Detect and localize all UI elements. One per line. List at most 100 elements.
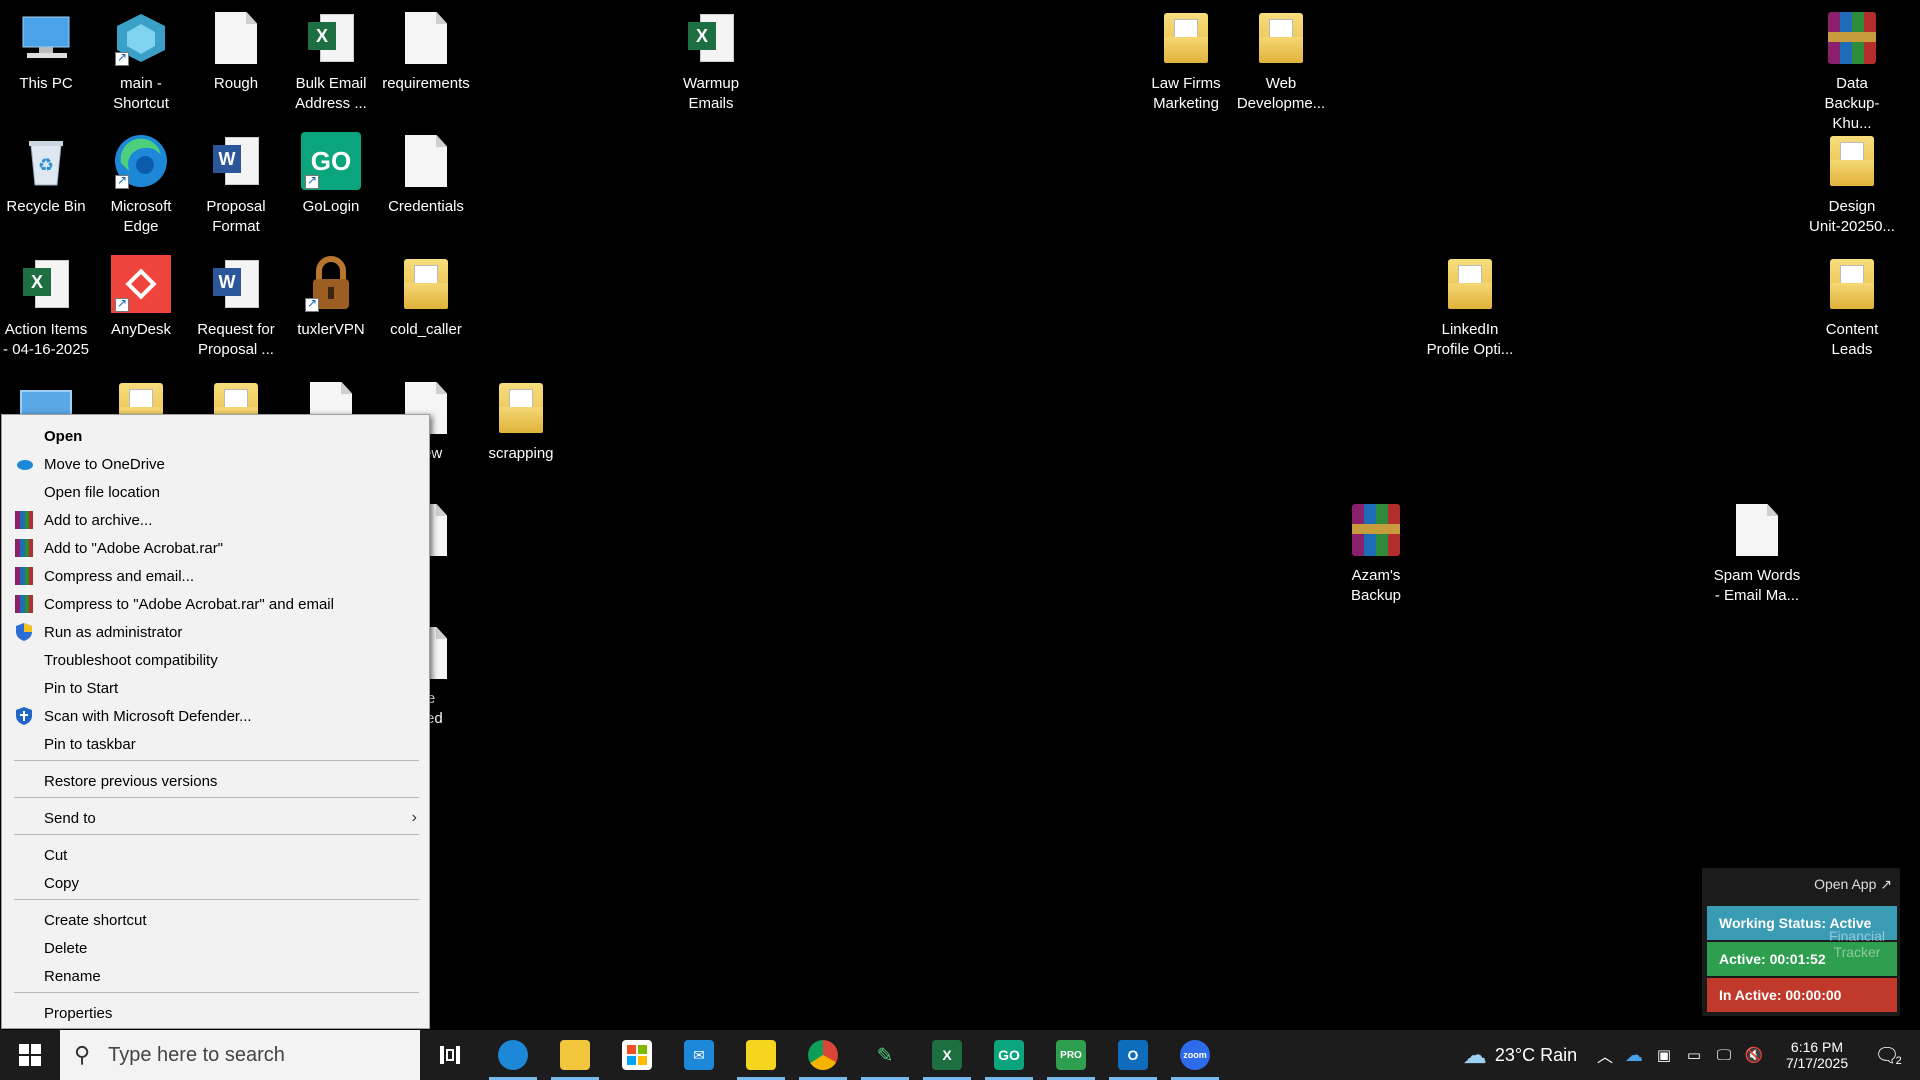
- menu-separator: [14, 760, 419, 761]
- action-items-file-icon[interactable]: X Action Items - 04-16-2025: [0, 254, 92, 360]
- menu-item-run-as-administrator[interactable]: Run as administrator: [2, 618, 429, 646]
- main-shortcut-icon[interactable]: main - Shortcut: [95, 8, 187, 114]
- menu-item-compress-and-email[interactable]: Compress and email...: [2, 562, 429, 590]
- scrapping-folder-icon[interactable]: scrapping: [475, 378, 567, 464]
- taskbar-sticky-notes[interactable]: [733, 1030, 789, 1080]
- gologin-icon[interactable]: GO GoLogin: [285, 131, 377, 217]
- taskbar-pen-app[interactable]: ✎: [857, 1030, 913, 1080]
- credentials-file-icon[interactable]: Credentials: [380, 131, 472, 217]
- web-development-folder-icon[interactable]: Web Developme...: [1235, 8, 1327, 114]
- rough-file-icon[interactable]: Rough: [190, 8, 282, 94]
- taskbar-chrome[interactable]: [795, 1030, 851, 1080]
- design-unit-folder-icon[interactable]: Design Unit-20250...: [1806, 131, 1898, 237]
- linkedin-profile-folder-icon[interactable]: LinkedIn Profile Opti...: [1424, 254, 1516, 360]
- desktop[interactable]: This PC main - Shortcut Rough X Bulk Ema…: [0, 0, 1920, 1030]
- taskbar-clock[interactable]: 6:16 PM 7/17/2025: [1772, 1030, 1862, 1080]
- excel-app-icon: X: [932, 1040, 962, 1070]
- time-tracker-widget: Open App ↗ Working Status: Active Active…: [1702, 868, 1900, 1016]
- weather-widget[interactable]: ☁ 23°C Rain: [1440, 1030, 1600, 1080]
- chrome-browser-icon: [808, 1040, 838, 1070]
- inactive-time-bar: In Active: 00:00:00: [1707, 978, 1897, 1012]
- notification-center-button[interactable]: 🗨 2: [1866, 1030, 1910, 1080]
- menu-item-properties[interactable]: Properties: [2, 999, 429, 1027]
- menu-item-rename[interactable]: Rename: [2, 962, 429, 990]
- taskbar-mail[interactable]: ✉: [671, 1030, 727, 1080]
- anydesk-icon[interactable]: AnyDesk: [95, 254, 187, 340]
- azams-backup-archive-icon[interactable]: Azam's Backup: [1330, 500, 1422, 606]
- menu-item-pin-to-taskbar[interactable]: Pin to taskbar: [2, 730, 429, 758]
- menu-item-move-to-onedrive[interactable]: Move to OneDrive: [2, 450, 429, 478]
- request-for-proposal-file-icon[interactable]: W Request for Proposal ...: [190, 254, 282, 360]
- menu-item-compress-to-rar-and-email[interactable]: Compress to "Adobe Acrobat.rar" and emai…: [2, 590, 429, 618]
- task-view-button[interactable]: [422, 1030, 478, 1080]
- pen-icon: ✎: [876, 1044, 894, 1067]
- bulk-email-file-icon[interactable]: X Bulk Email Address ...: [285, 8, 377, 114]
- recycle-bin-icon[interactable]: ♻ Recycle Bin: [0, 131, 92, 217]
- svg-text:♻: ♻: [38, 155, 54, 175]
- winrar-icon: [14, 566, 34, 586]
- menu-item-open[interactable]: Open: [2, 422, 429, 450]
- chevron-up-icon: ︿: [1596, 1049, 1613, 1066]
- blank-document-icon: [405, 135, 447, 187]
- taskbar-zoom[interactable]: zoom: [1167, 1030, 1223, 1080]
- excel-file-icon: X: [308, 12, 354, 64]
- warmup-emails-file-icon[interactable]: X Warmup Emails: [665, 8, 757, 114]
- tray-app[interactable]: ▣: [1650, 1030, 1678, 1080]
- shortcut-arrow-icon: [115, 296, 129, 312]
- menu-item-copy[interactable]: Copy: [2, 869, 429, 897]
- menu-item-add-to-rar[interactable]: Add to "Adobe Acrobat.rar": [2, 534, 429, 562]
- proposal-format-file-icon[interactable]: W Proposal Format: [190, 131, 282, 237]
- spam-words-file-icon[interactable]: Spam Words - Email Ma...: [1711, 500, 1803, 606]
- menu-item-scan-with-defender[interactable]: Scan with Microsoft Defender...: [2, 702, 429, 730]
- taskbar-edge[interactable]: [485, 1030, 541, 1080]
- tuxlervpn-icon[interactable]: tuxlerVPN: [285, 254, 377, 340]
- menu-item-create-shortcut[interactable]: Create shortcut: [2, 906, 429, 934]
- recycle-bin-icon: ♻: [29, 141, 63, 186]
- menu-item-troubleshoot-compatibility[interactable]: Troubleshoot compatibility: [2, 646, 429, 674]
- menu-item-delete[interactable]: Delete: [2, 934, 429, 962]
- excel-file-icon: X: [23, 258, 69, 310]
- taskbar-outlook[interactable]: O: [1105, 1030, 1161, 1080]
- taskbar-file-explorer[interactable]: [547, 1030, 603, 1080]
- taskbar-microsoft-store[interactable]: [609, 1030, 665, 1080]
- law-firms-folder-icon[interactable]: Law Firms Marketing: [1140, 8, 1232, 114]
- folder-icon: [404, 259, 448, 309]
- financial-tracker-overlay-label: Financial Tracker: [1828, 928, 1886, 960]
- start-button[interactable]: [0, 1030, 60, 1080]
- rain-cloud-icon: ☁: [1462, 1041, 1487, 1069]
- requirements-file-icon[interactable]: requirements: [380, 8, 472, 94]
- chevron-right-icon: ›: [411, 809, 417, 826]
- folder-icon: [1448, 259, 1492, 309]
- taskbar-profile-app[interactable]: PRO: [1043, 1030, 1099, 1080]
- shortcut-arrow-icon: [115, 173, 129, 189]
- search-icon: ⚲: [74, 1042, 91, 1067]
- taskbar-search-box[interactable]: ⚲ Type here to search: [60, 1030, 420, 1080]
- cold-caller-folder-icon[interactable]: cold_caller: [380, 254, 472, 340]
- tray-network[interactable]: 🖵: [1710, 1030, 1738, 1080]
- sticky-note-icon: [746, 1040, 776, 1070]
- shortcut-arrow-icon: [305, 173, 319, 189]
- folder-icon: [499, 383, 543, 433]
- data-backup-archive-icon[interactable]: Data Backup-Khu...: [1806, 8, 1898, 134]
- menu-item-restore-previous-versions[interactable]: Restore previous versions: [2, 767, 429, 795]
- tray-volume[interactable]: 🔇: [1740, 1030, 1768, 1080]
- show-hidden-icons-chevron[interactable]: ︿: [1592, 1030, 1618, 1080]
- menu-item-open-file-location[interactable]: Open file location: [2, 478, 429, 506]
- menu-item-cut[interactable]: Cut: [2, 841, 429, 869]
- menu-item-pin-to-start[interactable]: Pin to Start: [2, 674, 429, 702]
- content-leads-folder-icon[interactable]: Content Leads: [1806, 254, 1898, 360]
- store-bag-icon: [622, 1040, 652, 1070]
- task-view-icon: [440, 1046, 460, 1064]
- onedrive-cloud-icon: [14, 454, 34, 474]
- menu-item-add-to-archive[interactable]: Add to archive...: [2, 506, 429, 534]
- microsoft-edge-icon[interactable]: Microsoft Edge: [95, 131, 187, 237]
- this-pc-icon[interactable]: This PC: [0, 8, 92, 94]
- open-app-link[interactable]: Open App ↗: [1814, 876, 1892, 893]
- taskbar-gologin[interactable]: GO: [981, 1030, 1037, 1080]
- tray-battery[interactable]: ▭: [1680, 1030, 1708, 1080]
- menu-separator: [14, 797, 419, 798]
- tray-onedrive[interactable]: ☁: [1620, 1030, 1648, 1080]
- word-file-icon: W: [213, 135, 259, 187]
- taskbar-excel[interactable]: X: [919, 1030, 975, 1080]
- menu-item-send-to[interactable]: Send to ›: [2, 804, 429, 832]
